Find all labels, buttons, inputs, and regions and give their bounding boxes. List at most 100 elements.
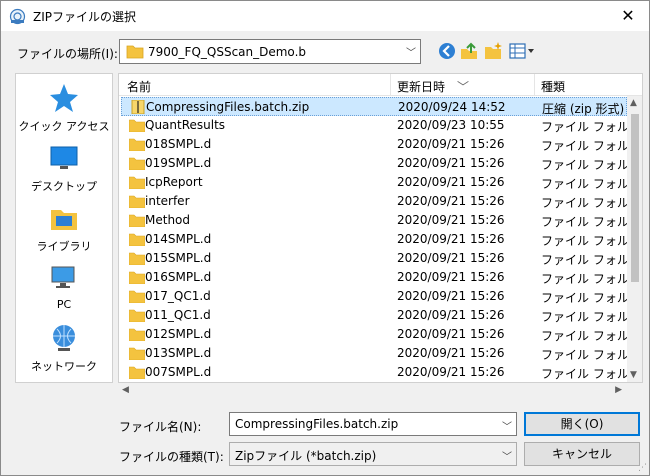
file-date: 2020/09/21 15:26: [397, 232, 505, 246]
file-type: ファイル フォルダー: [541, 329, 629, 343]
cancel-button[interactable]: キャンセル: [524, 442, 640, 466]
folder-icon: [129, 271, 145, 284]
new-folder-icon[interactable]: [483, 41, 503, 61]
horizontal-scrollbar[interactable]: ◀ ▶: [118, 383, 626, 400]
file-type: ファイル フォルダー: [541, 367, 629, 381]
file-date: 2020/09/21 15:26: [397, 175, 505, 189]
place-label: PC: [56, 298, 72, 311]
file-row[interactable]: 007SMPL.d 2020/09/21 15:26 ファイル フォルダー: [121, 363, 629, 382]
file-type: ファイル フォルダー: [541, 234, 629, 248]
place-label: ライブラリ: [36, 240, 92, 253]
filename-input[interactable]: CompressingFiles.batch.zip ﹀: [229, 412, 517, 436]
desktop-icon: [50, 146, 78, 169]
file-name: 016SMPL.d: [145, 270, 212, 284]
filetype-value: Zipファイル (*batch.zip): [235, 449, 377, 463]
file-date: 2020/09/21 15:26: [397, 308, 505, 322]
file-date: 2020/09/23 10:55: [397, 118, 505, 132]
file-date: 2020/09/21 15:26: [397, 156, 505, 170]
file-row[interactable]: CompressingFiles.batch.zip 2020/09/24 14:…: [121, 97, 630, 116]
file-date: 2020/09/21 15:26: [397, 213, 505, 227]
file-type: ファイル フォルダー: [541, 177, 629, 191]
chevron-down-icon[interactable]: ﹀: [502, 418, 512, 433]
file-type: ファイル フォルダー: [541, 348, 629, 362]
resize-grip-icon[interactable]: ⋰: [638, 463, 647, 473]
lookin-label: ファイルの場所(I):: [17, 47, 118, 61]
title-bar: ZIPファイルの選択 ✕: [1, 1, 649, 31]
file-date: 2020/09/21 15:26: [397, 327, 505, 341]
folder-icon: [126, 45, 144, 59]
place-desktop[interactable]: デスクトップ: [16, 142, 112, 194]
file-type: 圧縮 (zip 形式) フォ: [542, 102, 630, 116]
folder-icon: [129, 195, 145, 208]
dialog-app-icon: [9, 8, 26, 25]
file-row[interactable]: 013SMPL.d 2020/09/21 15:26 ファイル フォルダー: [121, 344, 629, 363]
file-name: 019SMPL.d: [145, 156, 212, 170]
back-icon[interactable]: [437, 41, 457, 61]
file-date: 2020/09/21 15:26: [397, 137, 505, 151]
filename-label: ファイル名(N):: [119, 420, 202, 434]
place-quick-access[interactable]: クイック アクセス: [16, 82, 112, 134]
file-name: 014SMPL.d: [145, 232, 212, 246]
scroll-right-icon[interactable]: ▶: [615, 385, 622, 395]
zip-file-icon: [131, 100, 145, 114]
file-name: interfer: [145, 194, 190, 208]
file-type: ファイル フォルダー: [541, 196, 629, 210]
file-date: 2020/09/21 15:26: [397, 346, 505, 360]
file-name: CompressingFiles.batch.zip: [146, 100, 310, 114]
file-row[interactable]: 014SMPL.d 2020/09/21 15:26 ファイル フォルダー: [121, 230, 629, 249]
file-name: 017_QC1.d: [145, 289, 211, 303]
file-name: 013SMPL.d: [145, 346, 212, 360]
network-icon: [53, 325, 75, 351]
file-type: ファイル フォルダー: [541, 158, 629, 172]
file-type: ファイル フォルダー: [541, 120, 629, 134]
vertical-scrollbar[interactable]: ▲ ▼: [627, 96, 642, 382]
place-libraries[interactable]: ライブラリ: [16, 202, 112, 254]
file-type: ファイル フォルダー: [541, 253, 629, 267]
scroll-left-icon[interactable]: ◀: [122, 385, 129, 395]
column-divider[interactable]: [390, 74, 391, 96]
folder-icon: [129, 309, 145, 322]
place-pc[interactable]: PC: [16, 262, 112, 311]
column-date-header[interactable]: 更新日時: [397, 78, 445, 95]
column-type-header[interactable]: 種類: [541, 78, 565, 95]
file-row[interactable]: 016SMPL.d 2020/09/21 15:26 ファイル フォルダー: [121, 268, 629, 287]
file-row[interactable]: 019SMPL.d 2020/09/21 15:26 ファイル フォルダー: [121, 154, 629, 173]
folder-icon: [129, 233, 145, 246]
file-type: ファイル フォルダー: [541, 139, 629, 153]
file-date: 2020/09/21 15:26: [397, 251, 505, 265]
file-row[interactable]: 011_QC1.d 2020/09/21 15:26 ファイル フォルダー: [121, 306, 629, 325]
file-dialog: ZIPファイルの選択 ✕ ファイルの場所(I): 7900_FQ_QSScan_…: [0, 0, 650, 476]
close-icon: ✕: [621, 6, 635, 25]
file-row[interactable]: 012SMPL.d 2020/09/21 15:26 ファイル フォルダー: [121, 325, 629, 344]
scroll-up-icon[interactable]: ▲: [630, 98, 637, 108]
file-row[interactable]: 017_QC1.d 2020/09/21 15:26 ファイル フォルダー: [121, 287, 629, 306]
file-row[interactable]: QuantResults 2020/09/23 10:55 ファイル フォルダー: [121, 116, 629, 135]
file-name: 015SMPL.d: [145, 251, 212, 265]
place-network[interactable]: ネットワーク: [16, 322, 112, 374]
view-menu-icon[interactable]: [509, 41, 535, 61]
file-row[interactable]: IcpReport 2020/09/21 15:26 ファイル フォルダー: [121, 173, 629, 192]
close-button[interactable]: ✕: [613, 4, 643, 28]
file-type: ファイル フォルダー: [541, 291, 629, 305]
lookin-dropdown[interactable]: 7900_FQ_QSScan_Demo.b ﹀: [119, 39, 421, 64]
up-folder-icon[interactable]: [459, 41, 479, 61]
file-row[interactable]: Method 2020/09/21 15:26 ファイル フォルダー: [121, 211, 629, 230]
folder-icon: [129, 290, 145, 303]
column-name-header[interactable]: 名前: [127, 78, 151, 95]
file-row[interactable]: interfer 2020/09/21 15:26 ファイル フォルダー: [121, 192, 629, 211]
scroll-down-icon[interactable]: ▼: [630, 370, 637, 380]
scroll-thumb[interactable]: [631, 114, 639, 282]
file-date: 2020/09/21 15:26: [397, 194, 505, 208]
file-row[interactable]: 018SMPL.d 2020/09/21 15:26 ファイル フォルダー: [121, 135, 629, 154]
place-label: クイック アクセス: [18, 120, 110, 133]
file-type: ファイル フォルダー: [541, 272, 629, 286]
column-divider[interactable]: [534, 74, 535, 96]
filetype-select[interactable]: Zipファイル (*batch.zip) ﹀: [229, 442, 517, 466]
star-icon: [50, 84, 78, 112]
file-date: 2020/09/21 15:26: [397, 270, 505, 284]
folder-icon: [129, 176, 145, 189]
file-row[interactable]: 015SMPL.d 2020/09/21 15:26 ファイル フォルダー: [121, 249, 629, 268]
pc-icon: [51, 266, 75, 288]
open-button[interactable]: 開く(O): [524, 412, 640, 436]
file-list[interactable]: 名前 ﹀ 更新日時 種類 CompressingFiles.batch.zip 2…: [118, 73, 643, 383]
